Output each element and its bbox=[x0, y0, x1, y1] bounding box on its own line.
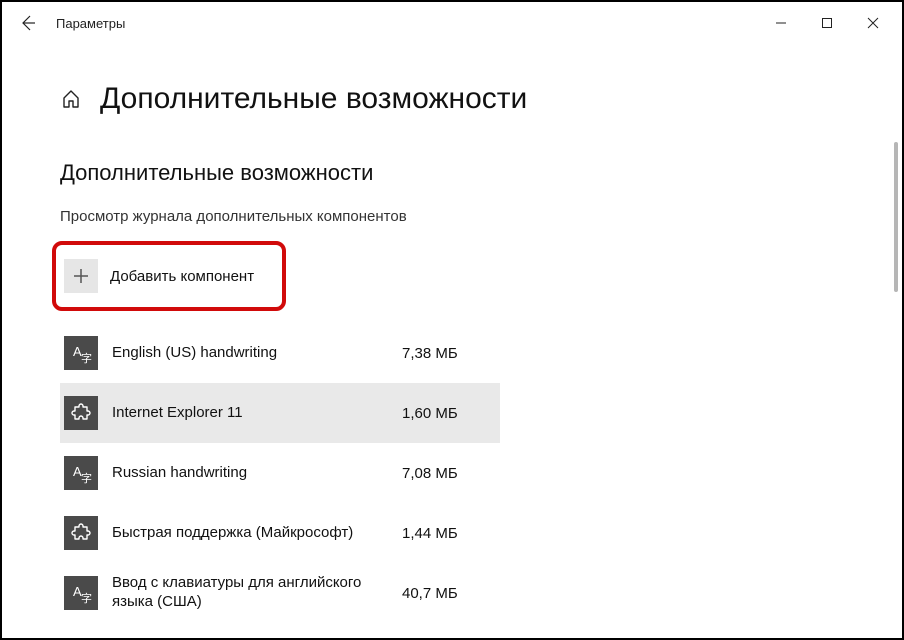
feature-item[interactable]: A字 Ввод с клавиатуры для английского язык… bbox=[60, 563, 500, 623]
home-icon bbox=[61, 89, 81, 109]
feature-item[interactable]: Internet Explorer 111,60 МБ bbox=[60, 383, 500, 443]
feature-size: 7,38 МБ bbox=[402, 345, 458, 362]
minimize-button[interactable] bbox=[758, 3, 804, 43]
feature-name: English (US) handwriting bbox=[112, 344, 402, 363]
puzzle-icon-box bbox=[64, 396, 98, 430]
feature-name: Internet Explorer 11 bbox=[112, 404, 402, 423]
feature-item[interactable]: A字 Russian handwriting7,08 МБ bbox=[60, 443, 500, 503]
language-icon-box: A字 bbox=[64, 456, 98, 490]
page-header: Дополнительные возможности bbox=[60, 82, 844, 116]
back-button[interactable] bbox=[8, 3, 48, 43]
close-icon bbox=[867, 17, 879, 29]
titlebar: Параметры bbox=[2, 2, 902, 44]
plus-icon bbox=[72, 267, 90, 285]
arrow-left-icon bbox=[20, 15, 36, 31]
language-icon-box: A字 bbox=[64, 576, 98, 610]
language-icon: A字 bbox=[69, 581, 93, 605]
close-button[interactable] bbox=[850, 3, 896, 43]
feature-list: A字 English (US) handwriting7,38 МБ Interne… bbox=[60, 323, 500, 623]
home-button[interactable] bbox=[60, 88, 82, 110]
feature-item[interactable]: A字 English (US) handwriting7,38 МБ bbox=[60, 323, 500, 383]
plus-icon-box bbox=[64, 259, 98, 293]
content-area: Дополнительные возможности Дополнительны… bbox=[2, 44, 902, 638]
svg-text:字: 字 bbox=[81, 471, 92, 485]
feature-size: 40,7 МБ bbox=[402, 585, 458, 602]
feature-size: 1,60 МБ bbox=[402, 405, 458, 422]
feature-name: Russian handwriting bbox=[112, 464, 402, 483]
history-link[interactable]: Просмотр журнала дополнительных компонен… bbox=[60, 208, 844, 225]
add-feature-button[interactable]: Добавить компонент bbox=[60, 247, 500, 305]
feature-name: Быстрая поддержка (Майкрософт) bbox=[112, 524, 402, 543]
maximize-icon bbox=[821, 17, 833, 29]
feature-name: Ввод с клавиатуры для английского языка … bbox=[112, 574, 402, 612]
scrollbar-thumb[interactable] bbox=[894, 142, 898, 292]
puzzle-icon bbox=[70, 522, 92, 544]
add-feature-label: Добавить компонент bbox=[110, 268, 254, 285]
window-controls bbox=[758, 3, 896, 43]
section-title: Дополнительные возможности bbox=[60, 160, 844, 186]
language-icon: A字 bbox=[69, 341, 93, 365]
maximize-button[interactable] bbox=[804, 3, 850, 43]
feature-size: 7,08 МБ bbox=[402, 465, 458, 482]
page-title: Дополнительные возможности bbox=[100, 82, 527, 116]
minimize-icon bbox=[775, 17, 787, 29]
svg-text:字: 字 bbox=[81, 591, 92, 605]
language-icon: A字 bbox=[69, 461, 93, 485]
svg-text:字: 字 bbox=[81, 351, 92, 365]
language-icon-box: A字 bbox=[64, 336, 98, 370]
puzzle-icon bbox=[70, 402, 92, 424]
feature-size: 1,44 МБ bbox=[402, 525, 458, 542]
puzzle-icon-box bbox=[64, 516, 98, 550]
feature-item[interactable]: Быстрая поддержка (Майкрософт)1,44 МБ bbox=[60, 503, 500, 563]
window-title: Параметры bbox=[56, 16, 125, 31]
